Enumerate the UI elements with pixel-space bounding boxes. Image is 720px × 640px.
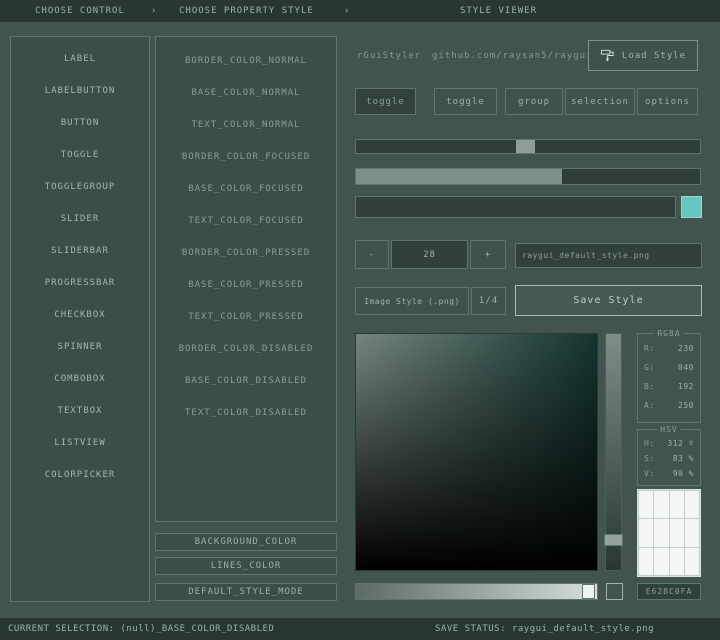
control-item-colorpicker[interactable]: COLORPICKER [11,459,149,491]
load-style-button[interactable]: Load Style [588,40,698,71]
palette-cell[interactable] [685,519,699,546]
control-item-progressbar[interactable]: PROGRESSBAR [11,267,149,299]
slider-handle[interactable] [516,140,535,153]
hex-color-input[interactable]: E628C0FA [637,583,701,600]
control-item-togglegroup[interactable]: TOGGLEGROUP [11,171,149,203]
property-item-border-color-normal[interactable]: BORDER_COLOR_NORMAL [156,45,336,77]
property-item-base-color-focused[interactable]: BASE_COLOR_FOCUSED [156,173,336,205]
control-item-spinner[interactable]: SPINNER [11,331,149,363]
control-item-combobox[interactable]: COMBOBOX [11,363,149,395]
palette-cell[interactable] [654,519,668,546]
palette-cell[interactable] [670,548,684,575]
hsv-row-h: H:312 º [644,439,694,448]
property-item-text-color-disabled[interactable]: TEXT_COLOR_DISABLED [156,397,336,429]
hsv-row-s: S:83 % [644,454,694,463]
control-item-textbox[interactable]: TEXTBOX [11,395,149,427]
property-item-border-color-disabled[interactable]: BORDER_COLOR_DISABLED [156,333,336,365]
property-item-base-color-normal[interactable]: BASE_COLOR_NORMAL [156,77,336,109]
property-item-base-color-pressed[interactable]: BASE_COLOR_PRESSED [156,269,336,301]
palette-cell[interactable] [670,491,684,518]
color-picker-sv-panel[interactable] [355,333,598,571]
rgba-row-a: A:250 [644,401,694,410]
alpha-slider[interactable] [355,583,598,600]
rgba-groupbox: RGBA R:230 G:040 B:192 A:250 [637,333,701,423]
hsv-groupbox: HSV H:312 º S:83 % V:90 % [637,429,701,486]
palette-cell[interactable] [639,548,653,575]
control-item-sliderbar[interactable]: SLIDERBAR [11,235,149,267]
controls-listview: LABEL LABELBUTTON BUTTON TOGGLE TOGGLEGR… [10,36,150,602]
lines-color-button[interactable]: LINES_COLOR [155,557,337,575]
demo-textbox[interactable] [355,196,676,218]
chevron-right-icon: › [344,6,350,16]
save-status: SAVE STATUS: raygui_default_style.png [435,624,654,634]
property-item-text-color-pressed[interactable]: TEXT_COLOR_PRESSED [156,301,336,333]
hue-slider[interactable] [605,333,622,571]
palette-cell[interactable] [639,491,653,518]
color-mode-box[interactable] [606,583,623,600]
property-item-border-color-pressed[interactable]: BORDER_COLOR_PRESSED [156,237,336,269]
control-item-toggle[interactable]: TOGGLE [11,139,149,171]
chevron-right-icon: › [151,6,157,16]
app-title: rGuiStyler [357,51,421,61]
size-plus-button[interactable]: + [470,240,506,269]
save-style-button[interactable]: Save Style [515,285,702,316]
rgba-title: RGBA [654,329,683,338]
control-item-button[interactable]: BUTTON [11,107,149,139]
control-item-checkbox[interactable]: CHECKBOX [11,299,149,331]
palette-cell[interactable] [639,519,653,546]
load-style-label: Load Style [622,51,686,61]
toggle-group-selection[interactable]: selection [565,88,635,115]
background-color-button[interactable]: BACKGROUND_COLOR [155,533,337,551]
demo-checkbox-swatch[interactable] [681,196,702,218]
style-color-palette [637,489,701,577]
property-item-text-color-focused[interactable]: TEXT_COLOR_FOCUSED [156,205,336,237]
demo-progressbar [355,168,701,185]
palette-cell[interactable] [670,519,684,546]
rgba-row-g: G:040 [644,363,694,372]
size-minus-button[interactable]: - [355,240,389,269]
toggle-group-options[interactable]: options [637,88,698,115]
hue-slider-handle[interactable] [604,534,623,546]
palette-cell[interactable] [654,548,668,575]
current-selection-status: CURRENT SELECTION: (null)_BASE_COLOR_DIS… [8,624,274,634]
palette-cell[interactable] [654,491,668,518]
image-style-button[interactable]: Image Style (.png) [355,287,469,315]
paint-roller-icon [600,48,615,63]
palette-cell[interactable] [685,491,699,518]
rgba-row-r: R:230 [644,344,694,353]
hsv-title: HSV [657,425,680,434]
alpha-slider-handle[interactable] [582,584,595,599]
control-item-slider[interactable]: SLIDER [11,203,149,235]
control-item-listview[interactable]: LISTVIEW [11,427,149,459]
hsv-row-v: V:90 % [644,469,694,478]
toggle-group-group[interactable]: group [505,88,563,115]
size-value-box[interactable]: 28 [391,240,468,269]
demo-slider[interactable] [355,139,701,154]
step-style-viewer: STYLE VIEWER [460,6,537,16]
rgba-row-b: B:192 [644,382,694,391]
demo-toggle-1[interactable]: toggle [355,88,416,115]
property-item-border-color-focused[interactable]: BORDER_COLOR_FOCUSED [156,141,336,173]
filename-input[interactable]: raygui_default_style.png [515,243,702,268]
workflow-bar: CHOOSE CONTROL › CHOOSE PROPERTY STYLE ›… [0,0,720,22]
repo-link[interactable]: github.com/raysan5/raygui [432,51,592,61]
palette-cell[interactable] [685,548,699,575]
control-item-label[interactable]: LABEL [11,43,149,75]
properties-listview: BORDER_COLOR_NORMAL BASE_COLOR_NORMAL TE… [155,36,337,522]
status-bar: CURRENT SELECTION: (null)_BASE_COLOR_DIS… [0,618,720,640]
step-choose-property-style: CHOOSE PROPERTY STYLE [179,6,314,16]
property-item-text-color-normal[interactable]: TEXT_COLOR_NORMAL [156,109,336,141]
control-item-labelbutton[interactable]: LABELBUTTON [11,75,149,107]
step-choose-control: CHOOSE CONTROL [35,6,125,16]
page-indicator-button[interactable]: 1/4 [471,287,506,315]
default-style-mode-button[interactable]: DEFAULT_STYLE_MODE [155,583,337,601]
demo-toggle-2[interactable]: toggle [434,88,497,115]
property-item-base-color-disabled[interactable]: BASE_COLOR_DISABLED [156,365,336,397]
progressbar-fill [356,169,562,184]
